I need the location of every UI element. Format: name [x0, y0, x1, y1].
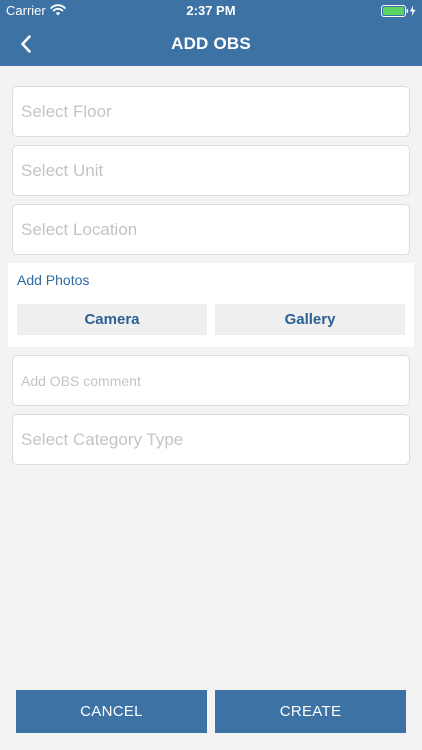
- select-location-placeholder: Select Location: [21, 219, 138, 239]
- camera-button[interactable]: Camera: [17, 304, 207, 335]
- select-floor-placeholder: Select Floor: [21, 101, 112, 121]
- add-photos-card: Add Photos Camera Gallery: [8, 263, 414, 347]
- select-category-type-field[interactable]: Select Category Type: [12, 414, 410, 465]
- select-location-field[interactable]: Select Location: [12, 204, 410, 255]
- battery-charging-icon: [381, 5, 416, 17]
- obs-comment-field[interactable]: Add OBS comment: [12, 355, 410, 406]
- page-title: ADD OBS: [171, 34, 251, 53]
- gallery-button[interactable]: Gallery: [215, 304, 405, 335]
- select-unit-field[interactable]: Select Unit: [12, 145, 410, 196]
- obs-comment-placeholder: Add OBS comment: [21, 372, 141, 389]
- nav-bar: ADD OBS: [0, 22, 422, 66]
- status-time: 2:37 PM: [186, 3, 236, 18]
- select-category-type-placeholder: Select Category Type: [21, 429, 184, 449]
- status-bar: Carrier 2:37 PM: [0, 0, 422, 22]
- select-floor-field[interactable]: Select Floor: [12, 86, 410, 137]
- top-bar: Carrier 2:37 PM ADD OBS: [0, 0, 422, 66]
- cancel-button[interactable]: CANCEL: [16, 690, 207, 733]
- add-photos-label: Add Photos: [17, 272, 90, 288]
- create-button[interactable]: CREATE: [215, 690, 406, 733]
- select-unit-placeholder: Select Unit: [21, 160, 104, 180]
